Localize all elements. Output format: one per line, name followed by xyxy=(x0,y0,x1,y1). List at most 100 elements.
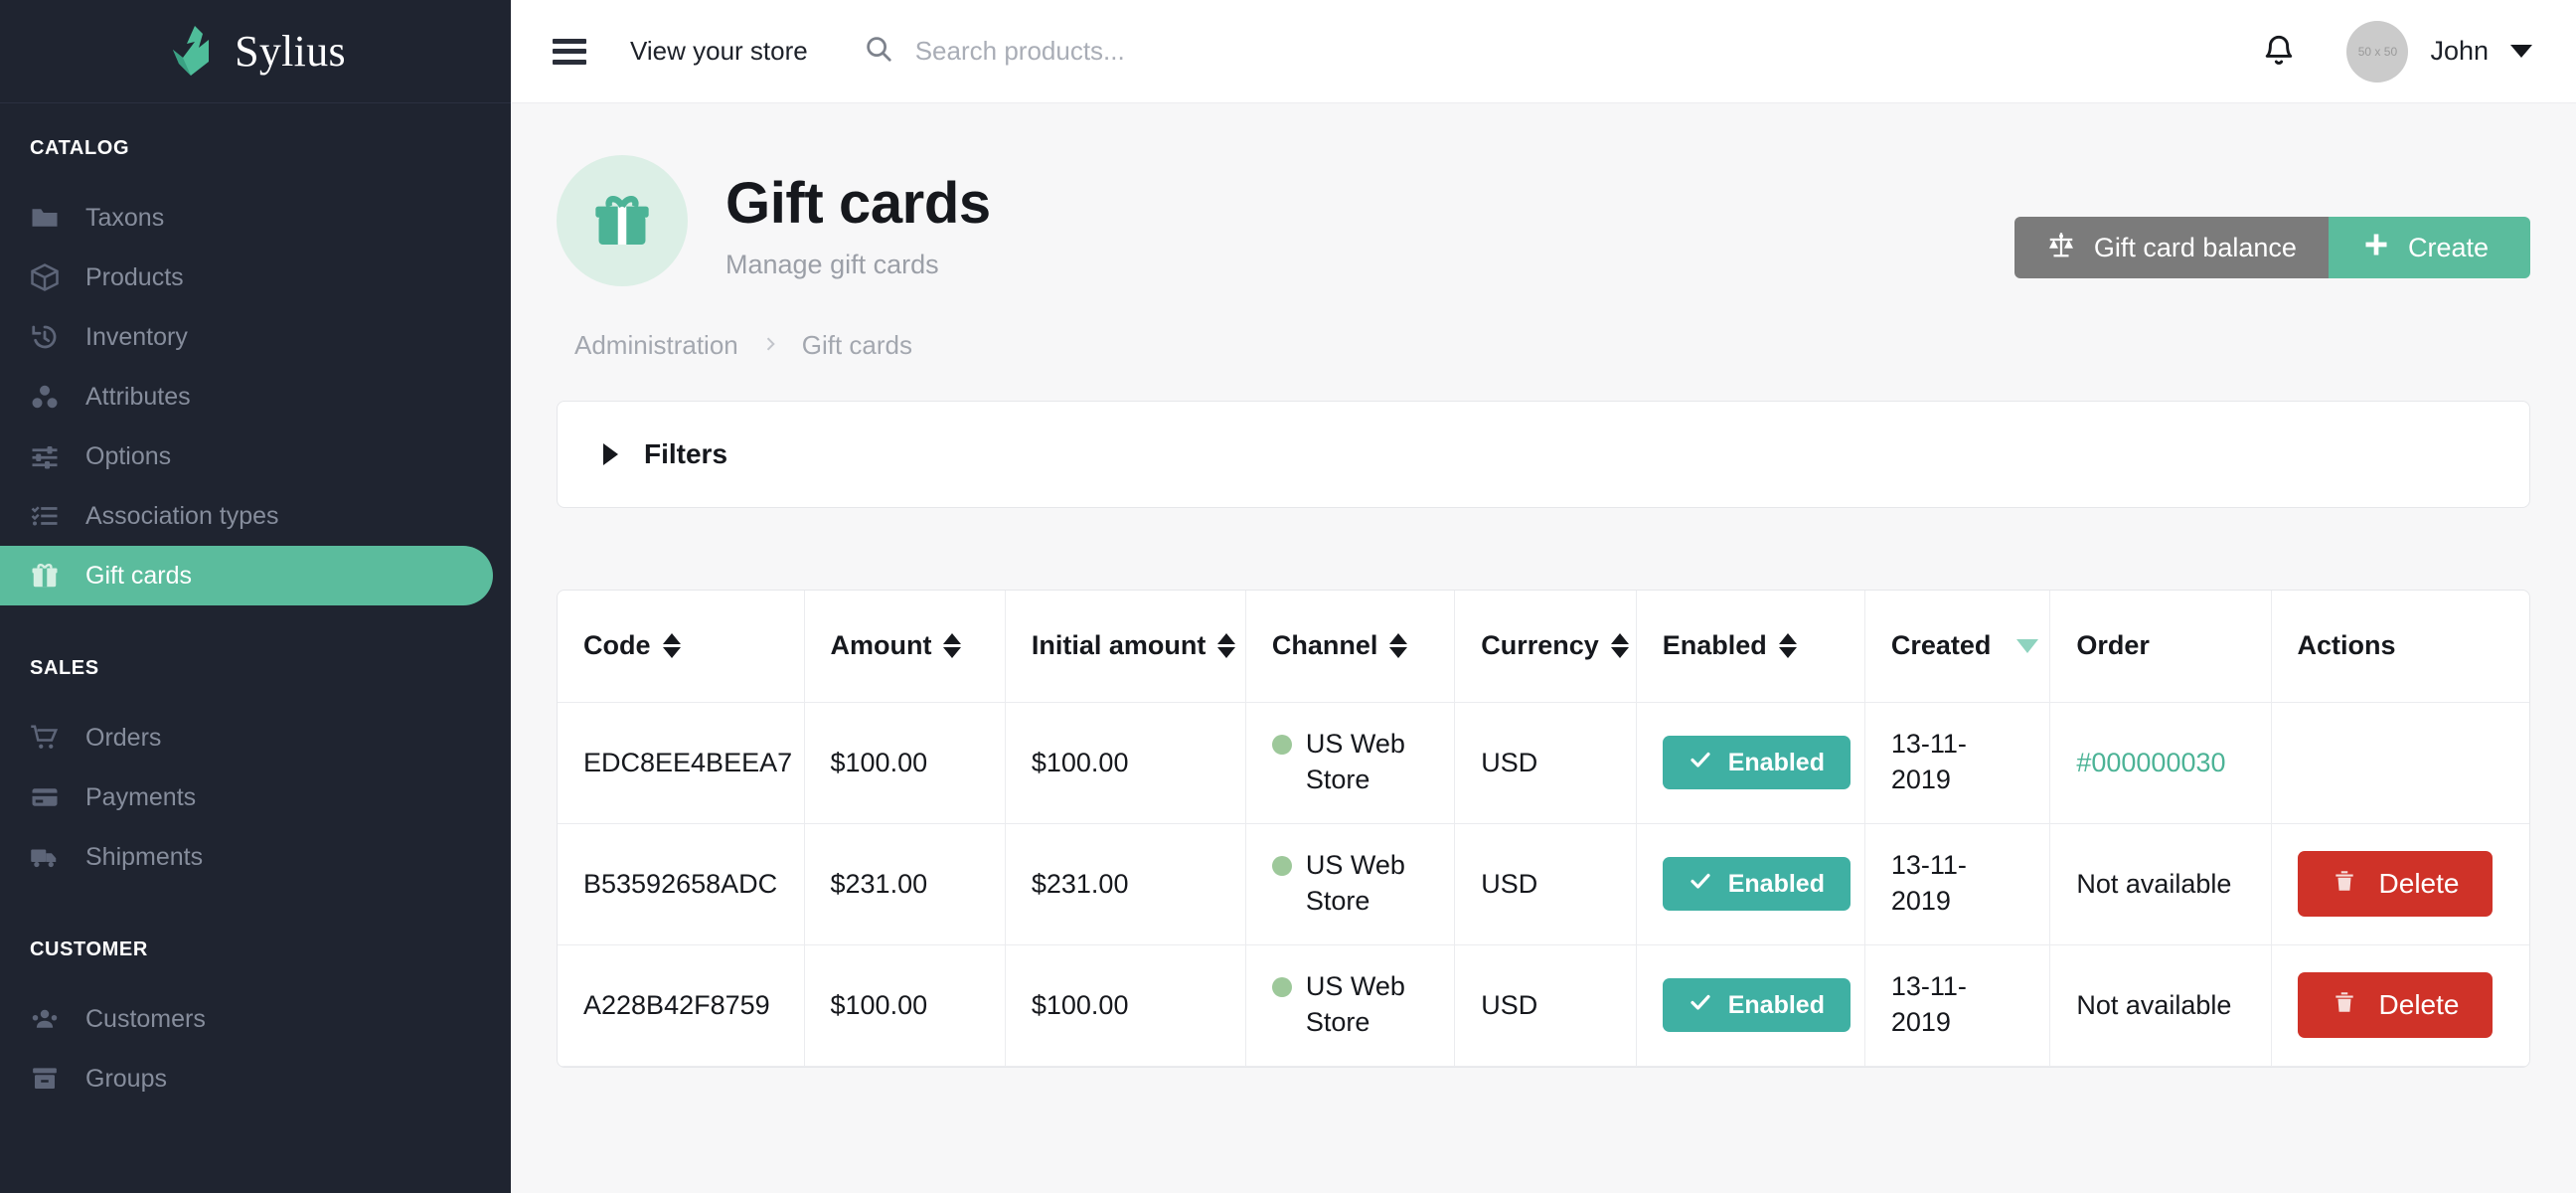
filters-toggle[interactable]: Filters xyxy=(603,438,727,470)
column-header-code[interactable]: Code xyxy=(558,591,805,703)
sidebar-item-shipments[interactable]: Shipments xyxy=(0,827,493,887)
sidebar-item-customers[interactable]: Customers xyxy=(0,989,493,1049)
sliders-icon xyxy=(30,441,60,471)
credit-card-icon xyxy=(30,782,60,812)
brand-name: Sylius xyxy=(235,27,346,76)
channel-name: US Web Store xyxy=(1305,850,1405,916)
table-body: EDC8EE4BEEA7 $100.00 $100.00 US Web Stor… xyxy=(558,702,2529,1067)
cell-initial-amount: $100.00 xyxy=(1005,702,1246,824)
page-actions: Gift card balance Create xyxy=(2013,155,2530,278)
search-input[interactable] xyxy=(914,36,1472,67)
gift-icon xyxy=(30,561,60,591)
column-header-created[interactable]: Created xyxy=(1864,591,2051,703)
status-badge-label: Enabled xyxy=(1727,869,1825,898)
cell-amount: $100.00 xyxy=(804,944,1006,1067)
sidebar-item-products[interactable]: Products xyxy=(0,248,493,307)
status-badge[interactable]: Enabled xyxy=(1662,736,1851,789)
box-archive-icon xyxy=(30,1064,60,1094)
sidebar-nav: CATALOG Taxons Products Inventory Attrib… xyxy=(0,103,511,1108)
brand[interactable]: Sylius xyxy=(0,0,511,103)
plus-icon xyxy=(2362,231,2390,265)
sidebar-item-orders[interactable]: Orders xyxy=(0,708,493,767)
sidebar-item-label: Shipments xyxy=(85,842,204,871)
sidebar-item-label: Payments xyxy=(85,782,197,811)
delete-label: Delete xyxy=(2378,868,2460,899)
status-badge[interactable]: Enabled xyxy=(1662,978,1851,1032)
status-badge-label: Enabled xyxy=(1727,748,1825,776)
column-header-channel[interactable]: Channel xyxy=(1245,591,1456,703)
cell-created: 13-11-2019 xyxy=(1864,702,2051,824)
cell-enabled: Enabled xyxy=(1636,823,1865,945)
cell-channel: US Web Store xyxy=(1245,702,1456,824)
gift-card-balance-button[interactable]: Gift card balance xyxy=(2013,217,2329,278)
sidebar-section-catalog: CATALOG Taxons Products Inventory Attrib… xyxy=(0,137,511,605)
delete-button[interactable]: Delete xyxy=(2297,851,2494,917)
column-header-amount[interactable]: Amount xyxy=(804,591,1006,703)
column-label: Code xyxy=(583,630,651,661)
sidebar-item-attributes[interactable]: Attributes xyxy=(0,367,493,426)
column-label: Enabled xyxy=(1662,630,1767,661)
table-row: A228B42F8759 $100.00 $100.00 US Web Stor… xyxy=(558,944,2529,1067)
column-label: Actions xyxy=(2297,630,2396,661)
hamburger-icon[interactable] xyxy=(553,38,586,65)
user-name[interactable]: John xyxy=(2430,36,2489,67)
cell-order: Not available xyxy=(2049,944,2272,1067)
check-icon xyxy=(1689,990,1712,1021)
sidebar-section-title-customer: CUSTOMER xyxy=(30,938,148,960)
column-header-currency[interactable]: Currency xyxy=(1454,591,1637,703)
table-header-row: Code Amount Initial amount Channel Curre… xyxy=(558,591,2529,703)
bell-icon[interactable] xyxy=(2253,26,2305,78)
search-icon xyxy=(864,34,893,69)
channel-status-dot-icon xyxy=(1271,977,1292,998)
column-header-order: Order xyxy=(2049,591,2272,703)
search-box[interactable] xyxy=(864,34,2254,69)
sidebar-item-label: Groups xyxy=(85,1064,167,1093)
channel-name: US Web Store xyxy=(1305,729,1405,794)
sidebar-item-groups[interactable]: Groups xyxy=(0,1049,493,1108)
triangle-right-icon xyxy=(603,443,618,465)
filters-card: Filters xyxy=(557,401,2530,508)
cell-currency: USD xyxy=(1454,944,1637,1067)
box-icon xyxy=(30,262,60,292)
check-icon xyxy=(1689,748,1712,778)
create-button[interactable]: Create xyxy=(2328,217,2530,278)
view-store-link[interactable]: View your store xyxy=(630,36,808,67)
sidebar-item-taxons[interactable]: Taxons xyxy=(0,188,493,248)
sidebar-item-association-types[interactable]: Association types xyxy=(0,486,493,546)
column-header-initial-amount[interactable]: Initial amount xyxy=(1005,591,1246,703)
sidebar-item-inventory[interactable]: Inventory xyxy=(0,307,493,367)
folder-icon xyxy=(30,203,60,233)
sort-icon xyxy=(1778,633,1797,659)
sidebar-item-label: Customers xyxy=(85,1004,206,1033)
sidebar-item-label: Attributes xyxy=(85,382,191,411)
order-link[interactable]: #000000030 xyxy=(2076,748,2225,777)
sidebar-item-gift-cards[interactable]: Gift cards xyxy=(0,546,493,605)
sidebar-item-options[interactable]: Options xyxy=(0,426,493,486)
avatar[interactable]: 50 x 50 xyxy=(2346,20,2409,83)
status-badge-label: Enabled xyxy=(1727,990,1825,1019)
breadcrumb-item-gift-cards[interactable]: Gift cards xyxy=(802,330,912,361)
breadcrumb-item-administration[interactable]: Administration xyxy=(574,330,738,361)
gift-card-balance-label: Gift card balance xyxy=(2093,232,2297,262)
cell-currency: USD xyxy=(1454,702,1637,824)
sidebar-item-label: Options xyxy=(85,441,172,470)
sidebar-item-payments[interactable]: Payments xyxy=(0,767,493,827)
sidebar-section-title-catalog: CATALOG xyxy=(30,137,130,159)
create-label: Create xyxy=(2407,232,2489,262)
scale-balance-icon xyxy=(2046,230,2076,266)
users-icon xyxy=(30,1004,60,1034)
sort-icon xyxy=(662,633,681,659)
column-label: Currency xyxy=(1481,630,1599,661)
gift-cards-table-card: Code Amount Initial amount Channel Curre… xyxy=(557,590,2530,1068)
delete-button[interactable]: Delete xyxy=(2297,972,2494,1038)
gift-icon xyxy=(557,155,688,286)
status-badge[interactable]: Enabled xyxy=(1662,857,1851,911)
chevron-down-icon[interactable] xyxy=(2510,45,2532,58)
page-title-block: Gift cards Manage gift cards xyxy=(725,155,991,280)
column-header-enabled[interactable]: Enabled xyxy=(1636,591,1865,703)
table-row: EDC8EE4BEEA7 $100.00 $100.00 US Web Stor… xyxy=(558,702,2529,824)
gift-cards-table: Code Amount Initial amount Channel Curre… xyxy=(558,591,2529,1067)
blocks-icon xyxy=(30,382,60,412)
column-label: Created xyxy=(1890,630,1992,661)
sort-icon xyxy=(1217,633,1236,659)
